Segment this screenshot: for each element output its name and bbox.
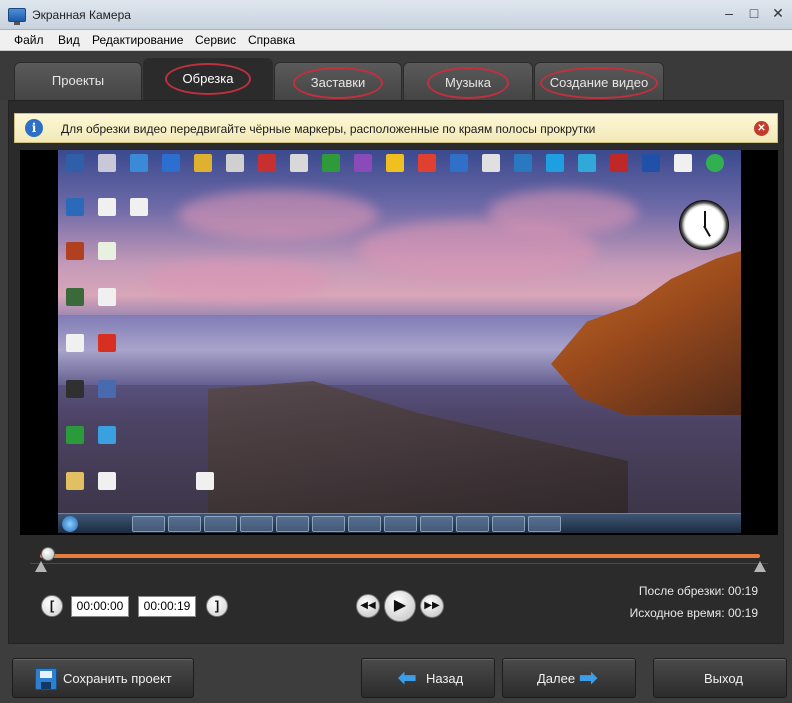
video-preview <box>20 150 778 535</box>
monitor-icon <box>8 8 26 25</box>
trim-start-marker[interactable] <box>35 561 47 572</box>
desktop-taskbar <box>58 513 741 533</box>
exit-button[interactable]: Выход <box>653 658 787 698</box>
back-button[interactable]: ⬅ Назад <box>361 658 495 698</box>
close-info-icon[interactable]: ✕ <box>754 121 769 136</box>
tab-label: Создание видео <box>539 67 659 99</box>
tab-label: Проекты <box>51 73 105 88</box>
next-button[interactable]: Далее ➡ <box>502 658 636 698</box>
original-time-label: Исходное время: <box>629 606 725 620</box>
start-time-field[interactable]: 00:00:00 <box>71 596 129 617</box>
menu-bar: Файл Вид Редактирование Сервис Справка <box>0 30 792 51</box>
rewind-button[interactable]: ◀◀ <box>356 594 380 618</box>
tab-projects[interactable]: Проекты <box>14 62 142 100</box>
tab-label: Обрезка <box>164 63 252 95</box>
after-trim-stat: После обрезки: 00:19 <box>639 584 758 598</box>
play-button[interactable]: ▶ <box>384 590 416 622</box>
set-start-button[interactable]: [ <box>41 595 63 617</box>
tab-create-video[interactable]: Создание видео <box>534 62 664 100</box>
trim-end-marker[interactable] <box>754 561 766 572</box>
original-time-stat: Исходное время: 00:19 <box>630 606 758 620</box>
timeline-baseline <box>30 563 768 564</box>
minimize-icon[interactable]: – <box>718 3 740 23</box>
title-bar: Экранная Камера – □ ✕ <box>0 0 792 30</box>
clock-gadget-icon <box>679 200 729 250</box>
save-project-button[interactable]: Сохранить проект <box>12 658 194 698</box>
after-trim-label: После обрезки: <box>638 584 725 598</box>
back-label: Назад <box>426 671 464 686</box>
tab-label: Музыка <box>427 67 509 99</box>
forward-button[interactable]: ▶▶ <box>420 594 444 618</box>
menu-file[interactable]: Файл <box>14 33 44 47</box>
timeline-track[interactable] <box>40 554 760 558</box>
after-trim-value: 00:19 <box>727 584 758 598</box>
menu-edit[interactable]: Редактирование <box>92 33 183 47</box>
playhead-handle[interactable] <box>41 547 55 561</box>
menu-help[interactable]: Справка <box>248 33 295 47</box>
next-label: Далее <box>537 671 576 686</box>
floppy-disk-icon <box>35 668 57 690</box>
menu-view[interactable]: Вид <box>58 33 80 47</box>
info-icon: i <box>25 119 43 137</box>
menu-service[interactable]: Сервис <box>195 33 236 47</box>
tab-label: Заставки <box>292 67 384 99</box>
original-time-value: 00:19 <box>727 606 758 620</box>
tab-music[interactable]: Музыка <box>403 62 533 100</box>
start-orb-icon <box>62 516 78 532</box>
arrow-right-icon: ➡ <box>579 665 598 690</box>
set-end-button[interactable]: ] <box>206 595 228 617</box>
info-text: Для обрезки видео передвигайте чёрные ма… <box>61 122 596 136</box>
close-icon[interactable]: ✕ <box>767 3 789 23</box>
info-bar: i Для обрезки видео передвигайте чёрные … <box>14 113 778 143</box>
end-time-field[interactable]: 00:00:19 <box>138 596 196 617</box>
maximize-icon[interactable]: □ <box>743 3 765 23</box>
tab-intros[interactable]: Заставки <box>274 62 402 100</box>
rocks-image <box>208 381 628 525</box>
arrow-left-icon: ⬅ <box>398 665 417 690</box>
save-project-label: Сохранить проект <box>63 671 172 686</box>
tab-bar: Проекты Обрезка Заставки Музыка Создание… <box>0 51 792 101</box>
window-title: Экранная Камера <box>32 8 131 22</box>
tab-trim[interactable]: Обрезка <box>143 58 273 101</box>
exit-label: Выход <box>704 671 743 686</box>
video-frame <box>58 150 741 533</box>
